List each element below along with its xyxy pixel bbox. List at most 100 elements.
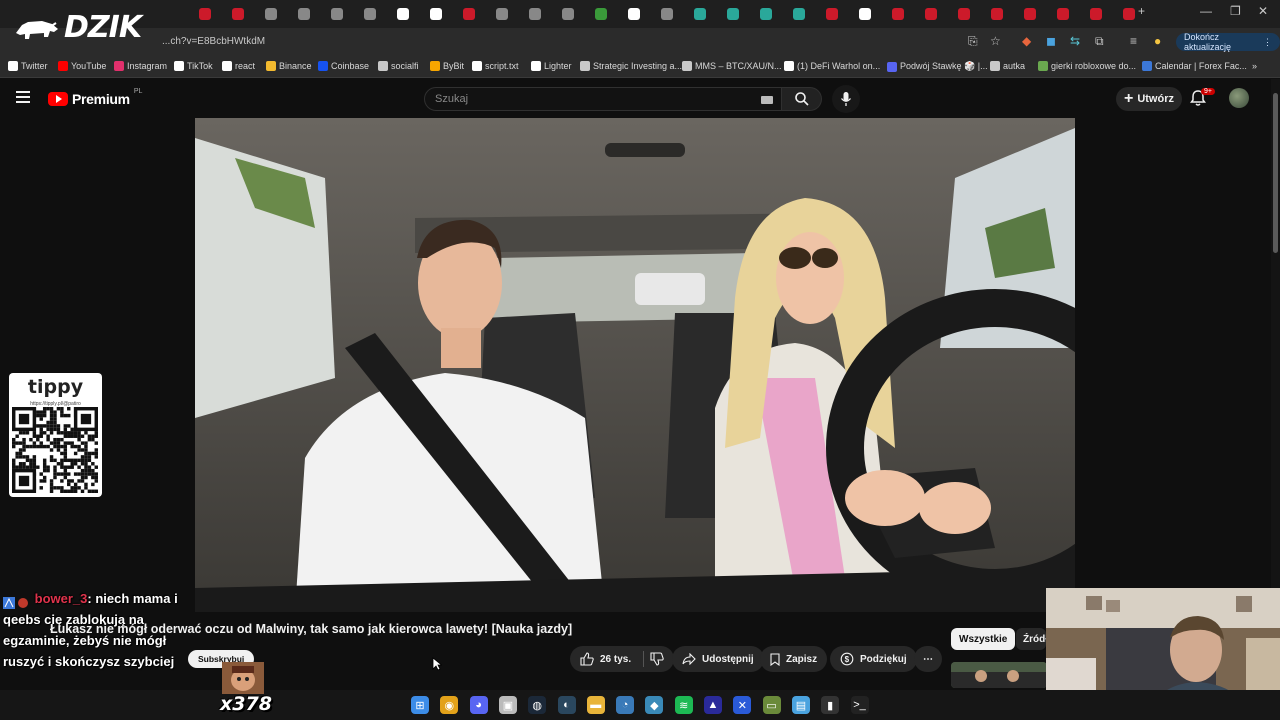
browser-tab[interactable] — [856, 5, 874, 23]
translate-extension-icon[interactable]: ⇆ — [1070, 34, 1080, 48]
bookmark-1-defi-warhol-on[interactable]: (1) DeFi Warhol on... — [784, 61, 880, 71]
extension-icon[interactable]: ◼ — [1046, 34, 1056, 48]
browser-tab[interactable] — [988, 5, 1006, 23]
more-actions-button[interactable]: ⋯ — [914, 646, 942, 672]
video-player[interactable] — [195, 118, 1075, 612]
browser-tab[interactable] — [1054, 5, 1072, 23]
profile-icon[interactable]: ● — [1154, 34, 1161, 48]
chrome-icon[interactable]: ◉ — [440, 696, 459, 714]
browser-tab[interactable] — [493, 5, 511, 23]
browser-tab[interactable] — [229, 5, 247, 23]
file-explorer-icon[interactable]: ▬ — [586, 696, 605, 714]
bookmark-star-icon[interactable]: ☆ — [990, 34, 1001, 48]
notifications-badge: 9+ — [1201, 88, 1215, 95]
bookmark-bybit[interactable]: ByBit — [430, 61, 464, 71]
browser-tab[interactable] — [922, 5, 940, 23]
keyboard-icon[interactable] — [761, 96, 773, 104]
bookmark-mms-btc-xau-n[interactable]: MMS – BTC/XAU/N... — [682, 61, 782, 71]
browser-tab[interactable] — [1021, 5, 1039, 23]
browser-tab[interactable] — [592, 5, 610, 23]
browser-tab[interactable] — [790, 5, 808, 23]
tipply-qr-panel: tippy https://tipply.pl/@patiro — [9, 373, 102, 497]
browser-tab[interactable] — [559, 5, 577, 23]
browser-tab[interactable] — [658, 5, 676, 23]
bookmark-gierki-robloxowe-do[interactable]: gierki robloxowe do... — [1038, 61, 1136, 71]
install-icon[interactable]: ⎘ — [968, 34, 978, 49]
windows-start-icon[interactable]: ⊞ — [411, 696, 429, 714]
browser-tab[interactable] — [724, 5, 742, 23]
minimize-icon[interactable]: — — [1200, 4, 1212, 18]
bookmark-script-txt[interactable]: script.txt — [472, 61, 519, 71]
bookmark-lighter[interactable]: Lighter — [531, 61, 572, 71]
browser-tab[interactable] — [889, 5, 907, 23]
menu-icon[interactable] — [16, 91, 30, 103]
app-icon[interactable]: ▲ — [704, 696, 722, 714]
bookmark-calendar-forex-fac[interactable]: Calendar | Forex Fac... — [1142, 61, 1247, 71]
bookmark-strategic-investing-a[interactable]: Strategic Investing a... — [580, 61, 682, 71]
steam-icon[interactable]: ◐ — [557, 696, 576, 714]
app-icon[interactable]: ▮ — [821, 696, 840, 714]
bookmark-socialfi[interactable]: socialfi — [378, 61, 419, 71]
bookmark-coinbase[interactable]: Coinbase — [318, 61, 369, 71]
create-button[interactable]: + Utwórz — [1116, 87, 1182, 111]
browser-tab[interactable] — [460, 5, 478, 23]
bookmark-binance[interactable]: Binance — [266, 61, 312, 71]
search-button[interactable] — [782, 87, 822, 111]
steam-icon[interactable]: ◍ — [528, 696, 547, 714]
update-button[interactable]: Dokończ aktualizację ⋮ — [1176, 32, 1280, 52]
browser-tab[interactable] — [262, 5, 280, 23]
extension-icon[interactable]: ◆ — [1022, 34, 1031, 48]
search-input[interactable]: Szukaj — [424, 87, 782, 111]
share-button[interactable]: Udostępnij — [672, 646, 764, 672]
recommended-video-thumbnail[interactable] — [951, 662, 1047, 688]
bookmark-tiktok[interactable]: TikTok — [174, 61, 213, 71]
browser-tab[interactable] — [328, 5, 346, 23]
url-field[interactable]: ...ch?v=E8BcbHWtkdM — [162, 36, 265, 47]
bookmark-youtube[interactable]: YouTube — [58, 61, 106, 71]
chip-all[interactable]: Wszystkie — [951, 628, 1016, 650]
browser-tab[interactable] — [394, 5, 412, 23]
app-icon[interactable]: ▭ — [762, 696, 781, 714]
bookmark-react[interactable]: react — [222, 61, 255, 71]
browser-tab[interactable] — [823, 5, 841, 23]
notepad-icon[interactable]: ▤ — [791, 696, 810, 714]
bookmark-podw-j-stawk[interactable]: Podwój Stawkę 🎲 |... — [887, 61, 988, 72]
browser-tab[interactable] — [526, 5, 544, 23]
maximize-icon[interactable]: ❐ — [1230, 4, 1241, 18]
thanks-button[interactable]: $ Podziękuj — [830, 646, 917, 672]
bookmark-instagram[interactable]: Instagram — [114, 61, 167, 71]
bookmark-autka[interactable]: autka — [990, 61, 1025, 71]
browser-tab[interactable] — [295, 5, 313, 23]
app-icon[interactable]: ✕ — [733, 696, 752, 714]
youtube-logo[interactable]: Premium PL — [48, 88, 142, 107]
scrollbar-thumb[interactable] — [1273, 93, 1278, 253]
thumbs-down-icon[interactable] — [650, 652, 664, 666]
bookmarks-overflow-icon[interactable]: » — [1252, 61, 1257, 71]
browser-tab[interactable] — [955, 5, 973, 23]
bookmark-twitter[interactable]: Twitter — [8, 61, 48, 71]
browser-tab[interactable] — [757, 5, 775, 23]
spotify-icon[interactable]: ≋ — [674, 696, 693, 714]
chip-source[interactable]: Źródł — [1016, 628, 1046, 650]
terminal-icon[interactable]: >_ — [850, 696, 869, 714]
like-button[interactable]: 26 tys. — [570, 646, 675, 672]
browser-tab[interactable] — [691, 5, 709, 23]
app-icon[interactable]: ▣ — [498, 696, 517, 714]
account-avatar[interactable] — [1229, 88, 1249, 108]
browser-tab[interactable] — [1087, 5, 1105, 23]
app-icon[interactable]: ◔ — [616, 696, 635, 714]
extensions-puzzle-icon[interactable]: ⧉ — [1095, 34, 1104, 49]
close-window-icon[interactable]: ✕ — [1258, 4, 1268, 18]
discord-icon[interactable]: ◕ — [469, 696, 488, 714]
browser-tab[interactable] — [361, 5, 379, 23]
voice-search-button[interactable] — [832, 85, 860, 113]
media-control-icon[interactable]: ≡ — [1130, 34, 1137, 48]
browser-tab[interactable] — [427, 5, 445, 23]
new-tab-icon[interactable]: + — [1138, 4, 1145, 18]
share-arrow-icon — [682, 653, 696, 665]
browser-tab[interactable] — [196, 5, 214, 23]
app-icon[interactable]: ◆ — [645, 696, 664, 714]
save-button[interactable]: Zapisz — [760, 646, 828, 672]
browser-tab[interactable] — [1120, 5, 1138, 23]
browser-tab[interactable] — [625, 5, 643, 23]
